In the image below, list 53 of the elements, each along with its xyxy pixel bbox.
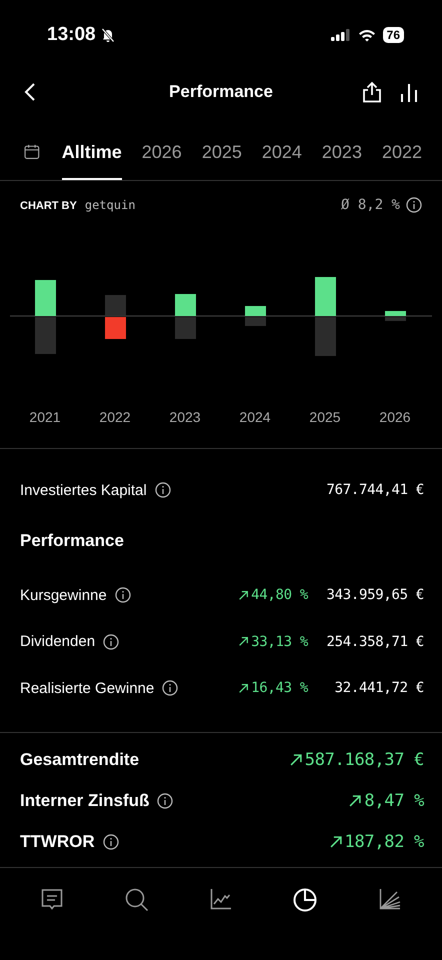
percent-value: 44,80 % xyxy=(251,587,308,604)
info-icon[interactable] xyxy=(406,197,422,213)
total-value: 587.168,37 € xyxy=(304,750,424,770)
tab[interactable]: 2023 xyxy=(322,132,362,180)
pie-chart-icon[interactable] xyxy=(293,888,318,912)
chart-caption: CHART BY xyxy=(20,200,77,212)
info-icon[interactable] xyxy=(162,680,178,696)
axis-label: 2024 xyxy=(238,409,272,427)
tab[interactable]: 2022 xyxy=(382,132,422,180)
row-value: 343.959,65 € xyxy=(325,587,424,604)
row-label: Realisierte Gewinne xyxy=(20,680,154,697)
row-value: 32.441,72 € xyxy=(334,680,424,696)
info-icon[interactable] xyxy=(103,634,120,650)
row-label: TTWROR xyxy=(20,832,95,852)
share-icon[interactable] xyxy=(362,81,382,103)
row-label: Kursgewinne xyxy=(20,586,107,604)
info-icon[interactable] xyxy=(157,793,174,809)
row-label: Interner Zinsfuß xyxy=(20,791,150,811)
row-value: 254.358,71 € xyxy=(325,634,424,650)
brand-name: getquin xyxy=(84,198,136,212)
axis-label: 2025 xyxy=(308,409,342,427)
wifi-icon xyxy=(358,28,376,42)
rays-icon[interactable] xyxy=(378,888,401,910)
tab[interactable]: 2026 xyxy=(142,132,182,180)
total-value: 187,82 % xyxy=(344,832,424,852)
percent-value: 33,13 % xyxy=(251,634,308,650)
battery-level: 76 xyxy=(382,27,404,43)
axis-label: 2023 xyxy=(168,409,202,427)
signal-icon xyxy=(330,29,351,41)
section-title: Performance xyxy=(20,531,125,552)
bar-chart-icon[interactable] xyxy=(400,81,418,103)
info-icon[interactable] xyxy=(102,834,119,850)
row-label: Investiertes Kapital xyxy=(20,482,147,498)
page-title: Performance xyxy=(169,82,273,102)
back-icon[interactable] xyxy=(24,82,36,102)
info-icon[interactable] xyxy=(154,482,171,498)
percent-value: 16,43 % xyxy=(251,680,308,696)
average-return: Ø 8,2 % xyxy=(340,197,400,213)
axis-label: 2022 xyxy=(98,409,132,427)
total-value: 8,47 % xyxy=(364,791,424,811)
status-time: 13:08 xyxy=(47,24,96,46)
row-label: Dividenden xyxy=(20,633,96,650)
tab[interactable]: Alltime xyxy=(62,132,122,180)
row-label: Gesamtrendite xyxy=(20,750,140,770)
search-icon[interactable] xyxy=(124,888,149,912)
message-icon[interactable] xyxy=(41,888,64,912)
axis-label: 2021 xyxy=(28,409,62,427)
tab[interactable]: 2024 xyxy=(262,132,302,180)
tab[interactable]: 2025 xyxy=(202,132,242,180)
line-chart-icon[interactable] xyxy=(210,888,232,910)
info-icon[interactable] xyxy=(114,587,131,604)
axis-label: 2026 xyxy=(378,409,412,427)
row-value: 767.744,41 € xyxy=(326,482,424,498)
